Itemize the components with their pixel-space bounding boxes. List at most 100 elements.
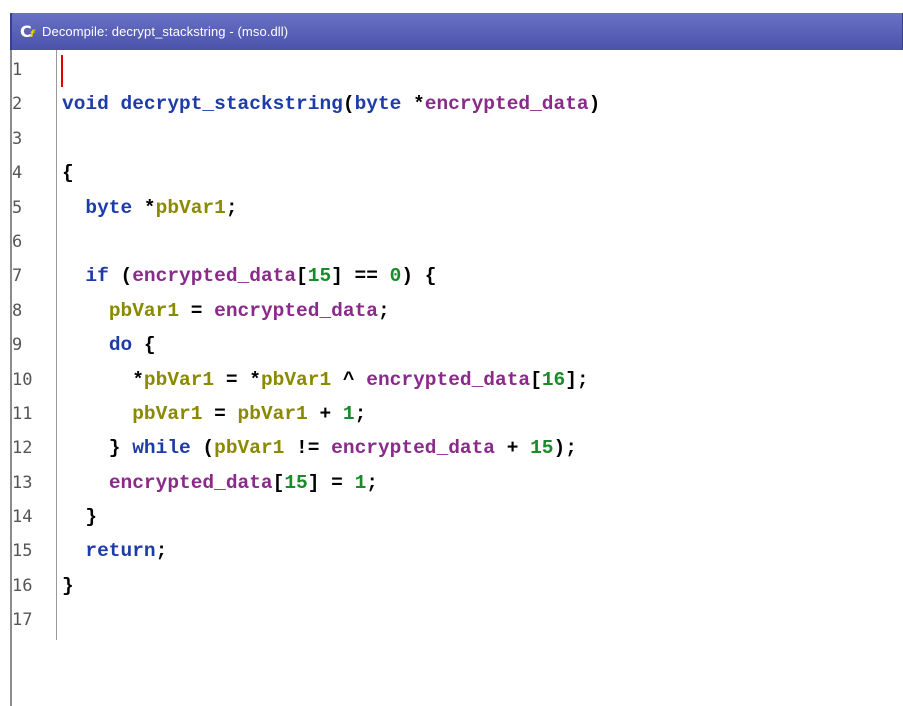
code-punctuation: ) { — [401, 265, 437, 288]
code-function-name[interactable]: decrypt_stackstring — [121, 93, 343, 115]
code-local-variable[interactable]: pbVar1 — [214, 437, 284, 459]
code-parameter[interactable]: encrypted_data — [214, 300, 378, 322]
code-line[interactable]: 10 *pbVar1 = *pbVar1 ^ encrypted_data[16… — [12, 363, 589, 397]
code-text: void decrypt_stackstring(byte *encrypted… — [62, 87, 600, 121]
code-line[interactable]: 2 void decrypt_stackstring(byte *encrypte… — [12, 87, 600, 121]
line-number: 11 — [12, 403, 33, 424]
code-number[interactable]: 0 — [390, 265, 402, 287]
code-line[interactable]: 14 } — [12, 500, 97, 534]
line-number: 9 — [12, 335, 23, 356]
code-text: if (encrypted_data[15] == 0) { — [62, 259, 436, 293]
code-line[interactable]: 3 — [12, 122, 56, 156]
window-titlebar[interactable]: C f Decompile: decrypt_stackstring - (ms… — [10, 13, 903, 50]
code-local-variable[interactable]: pbVar1 — [132, 403, 202, 425]
code-punctuation: ; — [354, 402, 367, 425]
code-local-variable[interactable]: pbVar1 — [144, 369, 214, 391]
code-punctuation — [62, 197, 85, 219]
code-keyword[interactable]: do — [109, 334, 132, 356]
text-cursor — [61, 55, 63, 87]
code-number[interactable]: 16 — [542, 369, 565, 391]
line-number: 17 — [12, 610, 33, 631]
code-punctuation: ; — [225, 196, 238, 219]
code-line[interactable]: 13 encrypted_data[15] = 1; — [12, 466, 378, 500]
code-line[interactable]: 11 pbVar1 = pbVar1 + 1; — [12, 397, 366, 431]
code-line[interactable]: 6 — [12, 225, 56, 259]
code-text: do { — [62, 328, 156, 362]
code-text: } while (pbVar1 != encrypted_data + 15); — [62, 431, 577, 465]
code-local-variable[interactable]: pbVar1 — [156, 197, 226, 219]
code-keyword[interactable]: return — [85, 540, 155, 562]
window-title: Decompile: decrypt_stackstring - (mso.dl… — [42, 24, 289, 39]
code-line[interactable]: 17 — [12, 603, 56, 637]
code-line[interactable]: 5 byte *pbVar1; — [12, 191, 238, 225]
code-line[interactable]: 15 return; — [12, 534, 167, 568]
code-punctuation: ^ — [331, 368, 367, 391]
line-number: 1 — [12, 60, 23, 80]
code-keyword[interactable]: byte — [355, 93, 402, 115]
code-number[interactable]: 15 — [284, 472, 307, 494]
code-line[interactable]: 8 pbVar1 = encrypted_data; — [12, 294, 390, 328]
code-text: *pbVar1 = *pbVar1 ^ encrypted_data[16]; — [62, 363, 589, 397]
code-number[interactable]: 1 — [355, 472, 367, 494]
code-text: } — [62, 569, 74, 603]
code-punctuation: ; — [155, 540, 168, 563]
code-punctuation: ) — [588, 93, 601, 116]
code-parameter[interactable]: encrypted_data — [366, 369, 530, 391]
code-text: return; — [62, 534, 167, 568]
line-number: 6 — [12, 231, 23, 252]
code-line[interactable]: 16} — [12, 569, 74, 603]
code-punctuation: * — [62, 368, 144, 391]
code-punctuation: ; — [366, 471, 378, 494]
line-number: 12 — [12, 438, 33, 459]
code-line[interactable]: 4{ — [12, 156, 74, 190]
code-keyword[interactable]: byte — [85, 197, 132, 219]
code-line[interactable]: 7 if (encrypted_data[15] == 0) { — [12, 259, 436, 293]
code-parameter[interactable]: encrypted_data — [425, 93, 589, 115]
code-punctuation — [62, 334, 109, 356]
code-text: { — [62, 156, 74, 190]
code-punctuation: [ — [530, 368, 542, 391]
code-text: encrypted_data[15] = 1; — [62, 466, 378, 500]
code-punctuation: ); — [553, 437, 577, 460]
code-text: pbVar1 = encrypted_data; — [62, 294, 390, 328]
code-punctuation: ]; — [565, 368, 589, 391]
code-punctuation: ] == — [331, 265, 390, 288]
line-number: 2 — [12, 94, 23, 115]
line-number: 4 — [12, 163, 23, 184]
code-local-variable[interactable]: pbVar1 — [238, 403, 308, 425]
code-line[interactable]: 1 — [12, 53, 56, 87]
code-local-variable[interactable]: pbVar1 — [261, 369, 331, 391]
code-punctuation — [109, 93, 121, 115]
decompile-icon-sub: f — [30, 28, 35, 40]
code-line[interactable]: 9 do { — [12, 328, 156, 362]
decompiler-window: C f Decompile: decrypt_stackstring - (ms… — [0, 0, 903, 706]
code-line[interactable]: 12 } while (pbVar1 != encrypted_data + 1… — [12, 431, 577, 465]
code-punctuation: ( — [108, 265, 133, 288]
code-keyword[interactable]: void — [62, 93, 109, 115]
code-text: pbVar1 = pbVar1 + 1; — [62, 397, 366, 431]
line-number: 8 — [12, 300, 23, 321]
code-punctuation: { — [132, 334, 156, 357]
line-number: 14 — [12, 507, 33, 528]
line-number: 15 — [12, 541, 33, 562]
code-parameter[interactable]: encrypted_data — [331, 437, 495, 459]
code-number[interactable]: 15 — [308, 265, 331, 287]
code-parameter[interactable]: encrypted_data — [132, 265, 296, 287]
code-punctuation: [ — [272, 471, 285, 494]
code-punctuation: ; — [377, 299, 390, 322]
code-keyword[interactable]: while — [132, 437, 191, 459]
code-text: byte *pbVar1; — [62, 191, 238, 225]
code-punctuation: = * — [214, 368, 261, 391]
code-punctuation: != — [284, 437, 332, 460]
line-number: 10 — [12, 369, 33, 390]
code-number[interactable]: 1 — [343, 403, 355, 425]
code-punctuation: } — [62, 437, 133, 460]
code-number[interactable]: 15 — [530, 437, 553, 459]
code-parameter[interactable]: encrypted_data — [109, 472, 273, 494]
code-listing[interactable]: 1 2 void decrypt_stackstring(byte *encrypt… — [12, 53, 600, 638]
line-number: 5 — [12, 197, 23, 218]
code-local-variable[interactable]: pbVar1 — [109, 300, 179, 322]
code-punctuation: * — [132, 196, 156, 219]
code-keyword[interactable]: if — [85, 265, 108, 287]
code-punctuation — [62, 403, 132, 425]
